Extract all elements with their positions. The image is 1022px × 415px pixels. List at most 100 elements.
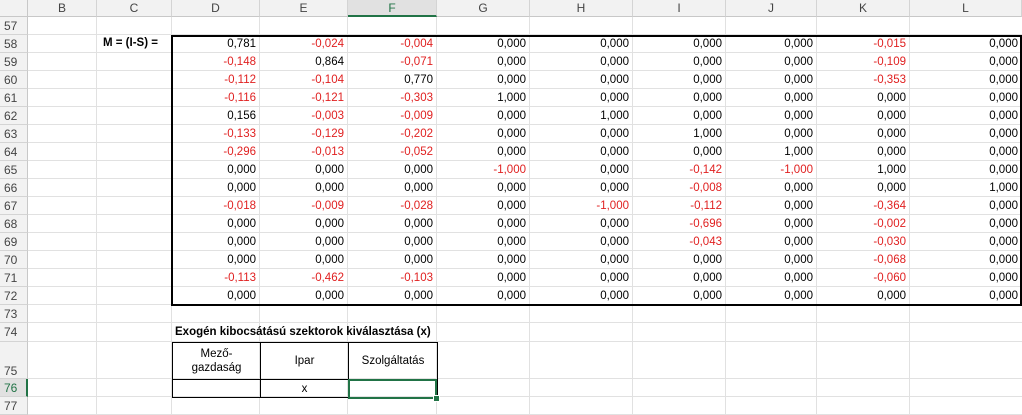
matrix-cell[interactable]: -0,003 [260,107,348,125]
matrix-cell[interactable]: 0,000 [633,251,726,269]
matrix-cell[interactable]: 0,000 [260,215,348,233]
matrix-cell[interactable]: 0,000 [348,233,437,251]
matrix-cell[interactable]: 0,000 [437,269,530,287]
matrix-cell[interactable]: 0,000 [437,125,530,143]
matrix-cell[interactable]: 0,000 [530,251,633,269]
matrix-cell[interactable]: 0,000 [633,89,726,107]
matrix-cell[interactable]: -0,043 [633,233,726,251]
matrix-cell[interactable]: 0,000 [530,269,633,287]
matrix-cell[interactable]: 0,000 [910,143,1022,161]
matrix-cell[interactable]: -1,000 [530,197,633,215]
matrix-cell[interactable]: 0,000 [726,233,817,251]
matrix-cell[interactable]: 0,000 [172,251,260,269]
matrix-cell[interactable]: -0,015 [817,35,910,53]
matrix-cell[interactable]: 0,000 [910,269,1022,287]
exogen-value-0[interactable] [172,379,261,398]
column-header-H[interactable]: H [530,0,633,17]
matrix-cell[interactable]: -0,008 [633,179,726,197]
matrix-cell[interactable]: 0,000 [910,89,1022,107]
matrix-cell[interactable]: -0,129 [260,125,348,143]
matrix-cell[interactable]: 0,000 [530,71,633,89]
matrix-cell[interactable]: 0,156 [172,107,260,125]
matrix-cell[interactable]: -0,013 [260,143,348,161]
matrix-cell[interactable]: -0,116 [172,89,260,107]
matrix-cell[interactable]: -0,113 [172,269,260,287]
matrix-cell[interactable]: -0,296 [172,143,260,161]
matrix-cell[interactable]: 0,000 [437,143,530,161]
matrix-cell[interactable]: -0,024 [260,35,348,53]
matrix-cell[interactable]: -0,148 [172,53,260,71]
row-header-71[interactable]: 71 [0,269,28,287]
matrix-cell[interactable]: 0,000 [910,53,1022,71]
matrix-cell[interactable]: 0,000 [726,107,817,125]
matrix-cell[interactable]: 0,000 [437,71,530,89]
matrix-cell[interactable]: 0,000 [633,53,726,71]
matrix-cell[interactable]: 0,000 [260,161,348,179]
matrix-cell[interactable]: 0,000 [817,89,910,107]
matrix-cell[interactable]: 0,000 [348,287,437,305]
row-header-60[interactable]: 60 [0,71,28,89]
select-all-corner[interactable] [0,0,28,17]
matrix-cell[interactable]: 0,000 [530,143,633,161]
matrix-cell[interactable]: 1,000 [817,161,910,179]
matrix-cell[interactable]: -0,109 [817,53,910,71]
matrix-cell[interactable]: 0,000 [172,161,260,179]
matrix-cell[interactable]: 0,000 [530,233,633,251]
matrix-cell[interactable]: 0,000 [530,35,633,53]
matrix-cell[interactable]: 0,000 [726,35,817,53]
matrix-cell[interactable]: 0,000 [437,179,530,197]
matrix-cell[interactable]: 0,000 [633,71,726,89]
matrix-cell[interactable]: -0,030 [817,233,910,251]
matrix-cell[interactable]: -0,696 [633,215,726,233]
column-header-G[interactable]: G [437,0,530,17]
matrix-cell[interactable]: 0,000 [910,35,1022,53]
matrix-cell[interactable]: 0,000 [633,143,726,161]
matrix-cell[interactable]: -1,000 [726,161,817,179]
column-header-E[interactable]: E [260,0,348,17]
matrix-cell[interactable]: 0,864 [260,53,348,71]
matrix-cell[interactable]: 0,000 [633,287,726,305]
row-header-66[interactable]: 66 [0,179,28,197]
matrix-cell[interactable]: -0,112 [633,197,726,215]
matrix-cell[interactable]: 1,000 [437,89,530,107]
matrix-cell[interactable]: 0,000 [530,89,633,107]
matrix-cell[interactable]: 0,000 [633,35,726,53]
column-header-I[interactable]: I [633,0,726,17]
matrix-cell[interactable]: 0,781 [172,35,260,53]
matrix-cell[interactable]: 0,000 [817,143,910,161]
row-header-57[interactable]: 57 [0,17,28,35]
row-header-63[interactable]: 63 [0,125,28,143]
matrix-cell[interactable]: 1,000 [726,143,817,161]
matrix-cell[interactable]: 0,000 [726,89,817,107]
matrix-cell[interactable]: 0,000 [726,125,817,143]
matrix-cell[interactable]: 0,000 [172,215,260,233]
row-header-69[interactable]: 69 [0,233,28,251]
row-header-64[interactable]: 64 [0,143,28,161]
matrix-cell[interactable]: 0,000 [437,251,530,269]
row-header-75[interactable]: 75 [0,342,28,379]
matrix-cell[interactable]: -0,028 [348,197,437,215]
matrix-cell[interactable]: 0,000 [726,287,817,305]
matrix-cell[interactable]: 0,000 [437,197,530,215]
exogen-value-1[interactable]: x [260,379,349,398]
column-header-B[interactable]: B [28,0,97,17]
row-header-59[interactable]: 59 [0,53,28,71]
matrix-cell[interactable]: 0,000 [910,125,1022,143]
column-header-C[interactable]: C [97,0,172,17]
matrix-cell[interactable]: -0,009 [348,107,437,125]
matrix-cell[interactable]: 1,000 [530,107,633,125]
matrix-cell[interactable]: 0,000 [910,197,1022,215]
matrix-cell[interactable]: 0,000 [437,35,530,53]
matrix-cell[interactable]: 0,000 [817,179,910,197]
matrix-cell[interactable]: -0,142 [633,161,726,179]
fill-handle[interactable] [433,395,440,402]
matrix-cell[interactable]: 1,000 [910,179,1022,197]
matrix-cell[interactable]: 0,000 [348,161,437,179]
matrix-cell[interactable]: -0,009 [260,197,348,215]
matrix-cell[interactable]: 0,000 [530,215,633,233]
matrix-cell[interactable]: 0,000 [437,287,530,305]
matrix-cell[interactable]: -0,112 [172,71,260,89]
matrix-cell[interactable]: 0,000 [172,179,260,197]
matrix-cell[interactable]: 0,000 [437,215,530,233]
matrix-cell[interactable]: 0,000 [348,251,437,269]
